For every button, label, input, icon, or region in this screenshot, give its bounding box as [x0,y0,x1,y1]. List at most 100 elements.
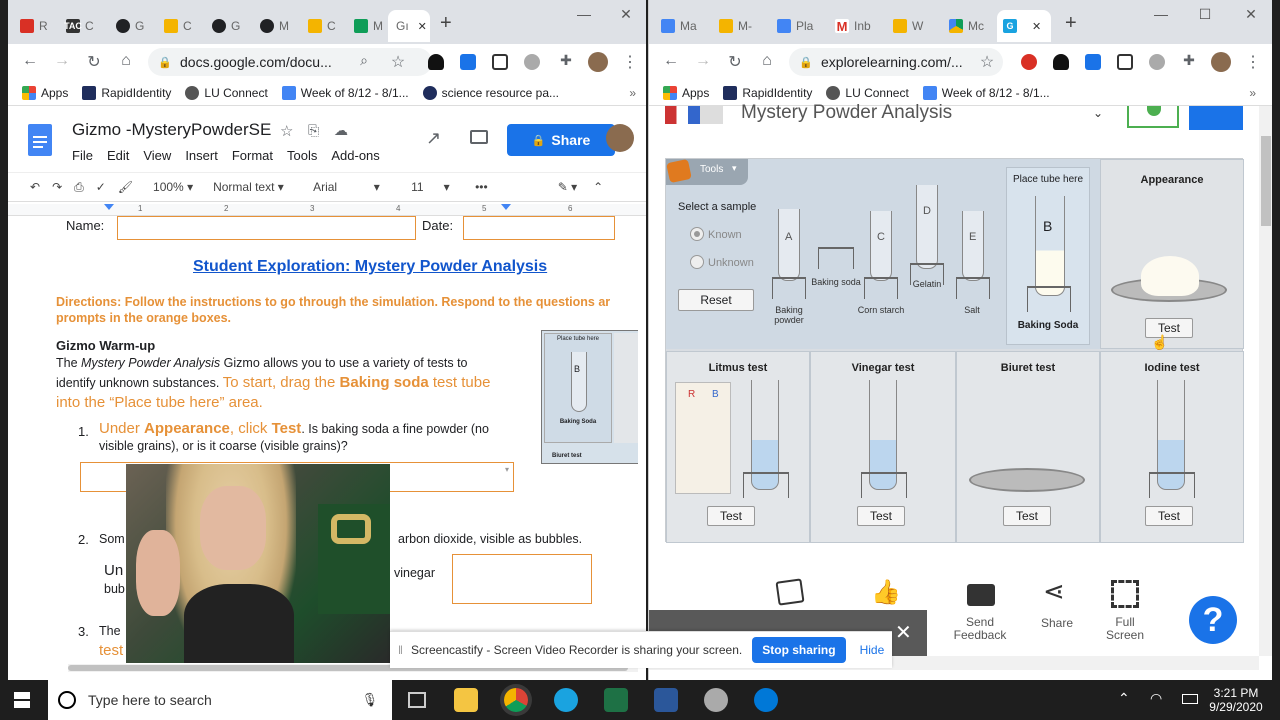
menu-dots-icon[interactable]: ⋮ [1243,52,1263,72]
extension-resize-icon[interactable] [1085,54,1101,70]
comment-icon[interactable] [470,130,488,144]
extensions-puzzle-icon[interactable]: ✚ [556,52,576,69]
tab[interactable]: M [348,10,388,42]
more-bookmarks-icon[interactable]: » [629,86,636,100]
help-button[interactable]: ? [1189,596,1237,644]
tab-active[interactable]: G ✕ [997,10,1051,42]
unknown-radio[interactable] [690,255,704,269]
font-size-select[interactable]: 11 ▾ [411,180,461,194]
font-select[interactable]: Arial ▾ [313,180,397,194]
sample-tube-c[interactable] [870,211,892,281]
biuret-test-button[interactable]: Test [1003,506,1051,526]
spellcheck-icon[interactable]: ✓ [96,180,106,194]
bookmark-science[interactable]: science resource pa... [422,85,559,100]
bookmark-apps[interactable]: Apps [663,85,709,100]
reset-button[interactable]: Reset [678,289,754,311]
extension-pip-icon[interactable] [1117,54,1133,70]
menu-view[interactable]: View [143,148,171,163]
microphone-icon[interactable]: 🎙 [361,692,378,708]
name-field[interactable] [117,216,416,240]
tab[interactable]: C [158,10,202,42]
address-bar[interactable]: 🔒 explorelearning.com/... [789,48,1003,76]
tab[interactable]: R [14,10,54,42]
word-icon[interactable] [654,688,678,712]
litmus-paper[interactable]: R B [675,382,731,494]
tab[interactable]: G [206,10,250,42]
maximize-icon[interactable]: ☐ [1191,6,1219,23]
close-icon[interactable]: ✕ [1032,20,1041,33]
tab[interactable]: G [110,10,154,42]
share-label[interactable]: Share [1037,616,1077,630]
profile-avatar[interactable] [588,52,608,72]
date-field[interactable] [463,216,615,240]
extension-spy-icon[interactable] [1053,54,1069,70]
scrollbar-thumb[interactable] [1261,136,1271,226]
excel-icon[interactable] [604,688,628,712]
thumbs-up-icon[interactable]: 👍 [871,578,901,607]
home-icon[interactable]: ⌂ [757,52,777,70]
collapse-chevron-icon[interactable]: ⌃ [593,180,603,194]
tab[interactable]: M Inb [829,10,881,42]
minimize-icon[interactable]: — [1147,6,1175,22]
home-icon[interactable]: ⌂ [116,52,136,70]
tools-menu[interactable]: Tools ▾ [666,158,748,185]
bookmark-week[interactable]: Week of 8/12 - 8/1... [922,85,1050,100]
paint-format-icon[interactable]: 🖌 [118,180,133,194]
menu-edit[interactable]: Edit [107,148,129,163]
iodine-test-button[interactable]: Test [1145,506,1193,526]
tab[interactable]: Mc [943,10,993,42]
bookmark-star-icon[interactable]: ☆ [977,52,997,72]
snipping-tool-icon[interactable] [704,688,728,712]
print-icon[interactable]: ⎙ [74,180,84,195]
profile-avatar[interactable] [1211,52,1231,72]
indent-marker[interactable] [104,204,114,210]
minimize-icon[interactable]: — [570,6,598,22]
bookmark-rapididentity[interactable]: RapidIdentity [82,85,171,100]
placed-tube[interactable] [1035,196,1065,296]
close-overlay-icon[interactable]: ✕ [895,620,912,645]
tab[interactable]: W [887,10,935,42]
internet-explorer-icon[interactable] [554,688,578,712]
bookmark-lu-connect[interactable]: LU Connect [185,85,268,100]
dropdown-icon[interactable]: ▾ [505,465,509,474]
document-title[interactable]: Gizmo -MysteryPowderSE [72,120,271,140]
extension-spy-icon[interactable] [428,54,444,70]
extensions-puzzle-icon[interactable]: ✚ [1179,52,1199,69]
forward-icon[interactable]: → [693,52,713,70]
bookmark-apps[interactable]: Apps [22,85,68,100]
more-bookmarks-icon[interactable]: » [1249,86,1256,100]
new-tab-icon[interactable]: + [440,12,452,35]
redo-icon[interactable]: ↷ [52,180,62,194]
menu-format[interactable]: Format [232,148,273,163]
battery-icon[interactable] [1182,694,1198,704]
send-feedback-label[interactable]: Send Feedback [945,616,1015,642]
style-select[interactable]: Normal text ▾ [213,180,301,194]
reload-icon[interactable]: ↻ [84,52,104,72]
place-tube-zone[interactable]: Place tube here B Baking Soda [1006,167,1090,345]
add-button[interactable] [1189,106,1243,130]
q2-answer-field[interactable] [452,554,592,604]
file-explorer-icon[interactable] [454,688,478,712]
extension-pip-icon[interactable] [492,54,508,70]
taskbar-search-box[interactable]: Type here to search 🎙 [48,680,392,720]
activity-trend-icon[interactable]: ↗ [426,128,441,149]
user-avatar[interactable] [606,124,634,152]
share-icon[interactable]: ⋖ [1043,576,1065,607]
edge-icon[interactable] [754,688,778,712]
extension-resize-icon[interactable] [460,54,476,70]
close-window-icon[interactable]: ✕ [1237,6,1265,23]
tab[interactable]: M- [713,10,761,42]
bookmark-lu-connect[interactable]: LU Connect [826,85,909,100]
tab[interactable]: C [302,10,346,42]
chevron-down-icon[interactable]: ⌄ [1093,106,1103,120]
edit-mode-icon[interactable]: ✎ ▾ [558,180,577,194]
undo-icon[interactable]: ↶ [30,180,40,194]
docs-logo-icon[interactable] [28,124,52,156]
bookmark-rapididentity[interactable]: RapidIdentity [723,85,812,100]
back-icon[interactable]: ← [20,52,40,70]
tab[interactable]: Ma [655,10,703,42]
stop-sharing-button[interactable]: Stop sharing [752,637,846,663]
fullscreen-icon[interactable] [1111,580,1139,608]
sample-tube-d[interactable] [916,185,938,269]
feedback-icon[interactable] [967,584,995,606]
